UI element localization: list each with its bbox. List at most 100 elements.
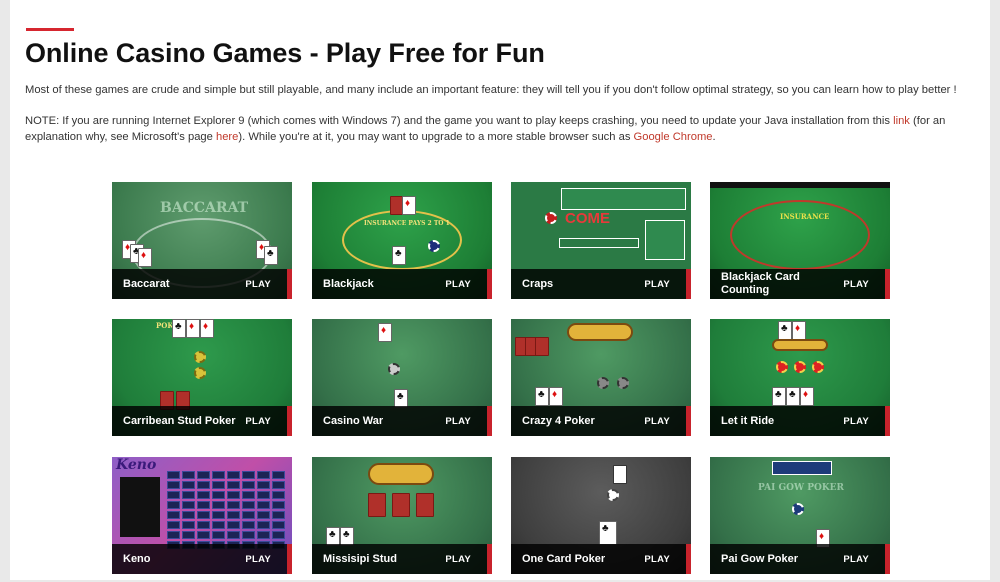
tile-accent-bar [487,544,492,574]
tile-accent-bar [885,269,890,299]
card-icon [138,248,152,267]
keno-logo-text: Keno [116,457,157,473]
tile-accent-bar [885,544,890,574]
game-tile-keno[interactable]: Keno Keno PLAY [112,457,292,574]
chip-icon [194,351,206,363]
card-icon [416,493,434,517]
chip-icon [792,503,804,515]
baccarat-felt-text: BACCARAT [160,200,248,216]
craps-numbers-box [561,188,686,210]
note-text-4: . [712,131,716,143]
play-button[interactable]: PLAY [644,544,670,574]
tile-accent-bar [487,269,492,299]
keno-number-grid [167,471,285,549]
tile-accent-bar [686,544,691,574]
card-icon [172,319,186,338]
insurance-felt-text: INSURANCE [780,212,830,221]
card-icon [549,387,563,406]
play-button[interactable]: PLAY [644,406,670,436]
craps-props-box [645,220,685,260]
play-button[interactable]: PLAY [245,406,271,436]
note-text-1: NOTE: If you are running Internet Explor… [25,115,894,127]
play-button[interactable]: PLAY [644,269,670,299]
game-tile-pai-gow-poker[interactable]: PAI GOW POKER Pai Gow Poker PLAY [710,457,890,574]
play-button[interactable]: PLAY [445,406,471,436]
card-icon [368,493,386,517]
game-tile-let-it-ride[interactable]: Let it Ride PLAY [710,319,890,436]
card-icon [186,319,200,338]
game-name: Crazy 4 Poker [522,414,595,427]
game-tile-carribean-stud-poker[interactable]: POKER Carribean Stud Poker PLAY [112,319,292,436]
card-icon [392,246,406,265]
game-tile-blackjack[interactable]: INSURANCE PAYS 2 TO 1 Blackjack PLAY [312,182,492,299]
card-icon [378,323,392,342]
chip-icon [794,361,806,373]
play-button[interactable]: PLAY [843,269,869,299]
game-tile-crazy-4-poker[interactable]: Crazy 4 Poker PLAY [511,319,691,436]
card-backs-row [772,461,832,475]
game-tile-one-card-poker[interactable]: One Card Poker PLAY [511,457,691,574]
tile-accent-bar [885,406,890,436]
play-button[interactable]: PLAY [245,544,271,574]
chip-icon [388,363,400,375]
card-icon [264,246,278,265]
game-tile-missisipi-stud[interactable]: Missisipi Stud PLAY [312,457,492,574]
game-tile-baccarat[interactable]: BACCARAT Baccarat PLAY [112,182,292,299]
game-name: Blackjack [323,277,374,290]
game-name: Missisipi Stud [323,552,397,565]
google-chrome-link[interactable]: Google Chrome [634,131,713,143]
note-paragraph: NOTE: If you are running Internet Explor… [25,113,970,145]
card-icon [792,321,806,340]
counter-header-bar [710,182,890,188]
game-name: Keno [123,552,151,565]
game-name: Carribean Stud Poker [123,414,236,427]
keno-paytable [120,477,160,537]
card-icon [778,321,792,340]
card-icon [535,387,549,406]
craps-come-text: COME [565,210,610,227]
page-container: Online Casino Games - Play Free for Fun … [10,0,990,580]
crazy-4-logo-icon [567,323,633,341]
let-it-ride-logo-icon [772,339,828,351]
game-tile-craps[interactable]: COME Craps PLAY [511,182,691,299]
game-tile-blackjack-card-counting[interactable]: INSURANCE Blackjack Card Counting PLAY [710,182,890,299]
craps-field-box [559,238,639,248]
tile-accent-bar [287,544,292,574]
intro-paragraph: Most of these games are crude and simple… [25,84,957,96]
chip-icon [597,377,609,389]
play-button[interactable]: PLAY [843,544,869,574]
games-grid: BACCARAT Baccarat PLAY INSURANCE PAYS 2 … [112,182,902,582]
play-button[interactable]: PLAY [445,269,471,299]
title-accent-bar [26,28,74,31]
card-icon [599,521,617,545]
missisipi-stud-logo-icon [368,463,434,485]
game-name: One Card Poker [522,552,606,565]
tile-accent-bar [686,406,691,436]
card-icon [772,387,786,406]
card-icon [786,387,800,406]
chip-icon [617,377,629,389]
card-icon [402,196,416,215]
tile-accent-bar [686,269,691,299]
chip-icon [776,361,788,373]
blackjack-felt-text: INSURANCE PAYS 2 TO 1 [364,220,450,227]
java-link[interactable]: link [893,115,910,127]
chip-icon [607,489,619,501]
chip-icon [194,367,206,379]
microsoft-here-link[interactable]: here [216,131,238,143]
play-button[interactable]: PLAY [245,269,271,299]
pai-gow-felt-text: PAI GOW POKER [758,483,844,493]
game-tile-casino-war[interactable]: Casino War PLAY [312,319,492,436]
chip-icon [545,212,557,224]
card-icon [392,493,410,517]
note-text-3: ). While you're at it, you may want to u… [238,131,634,143]
felt-arc-icon [730,200,870,270]
play-button[interactable]: PLAY [445,544,471,574]
card-icon [200,319,214,338]
tile-accent-bar [287,269,292,299]
chip-icon [428,240,440,252]
page-title: Online Casino Games - Play Free for Fun [25,38,545,68]
play-button[interactable]: PLAY [843,406,869,436]
chip-icon [812,361,824,373]
card-icon [800,387,814,406]
